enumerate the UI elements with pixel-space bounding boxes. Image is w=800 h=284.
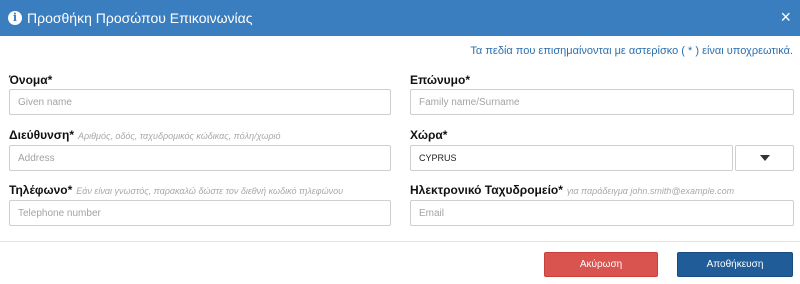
first-name-label: Όνομα* xyxy=(9,73,52,87)
dialog-header: i Προσθήκη Προσώπου Επικοινωνίας × xyxy=(0,0,800,36)
phone-label: Τηλέφωνο* Εάν είναι γνωστός, παρακαλώ δώσ… xyxy=(9,183,343,197)
save-button-label: Αποθήκευση xyxy=(706,259,764,270)
country-label-text: Χώρα* xyxy=(410,128,448,142)
first-name-label-text: Όνομα* xyxy=(9,73,53,87)
country-selected-value: CYPRUS xyxy=(419,153,457,163)
required-fields-hint: Τα πεδία που επισημαίνονται με αστερίσκο… xyxy=(470,45,793,57)
phone-input[interactable] xyxy=(9,200,391,226)
address-label: Διεύθυνση* Αριθμός, οδός, ταχυδρομικός κώ… xyxy=(9,128,281,142)
dialog-title: Προσθήκη Προσώπου Επικοινωνίας xyxy=(27,10,253,26)
email-hint: για παράδειγμα john.smith@example.com xyxy=(566,186,735,196)
caret-down-icon xyxy=(759,155,770,161)
email-label-text: Ηλεκτρονικό Ταχυδρομείο* xyxy=(410,183,563,197)
address-label-text: Διεύθυνση* xyxy=(9,128,74,142)
email-input[interactable] xyxy=(410,200,794,226)
close-icon[interactable]: × xyxy=(780,8,791,26)
save-button[interactable]: Αποθήκευση xyxy=(677,252,793,277)
address-input[interactable] xyxy=(9,145,391,171)
phone-hint: Εάν είναι γνωστός, παρακαλώ δώστε τον δι… xyxy=(76,186,344,196)
last-name-input[interactable] xyxy=(410,89,794,115)
country-dropdown-button[interactable] xyxy=(735,145,794,171)
email-label: Ηλεκτρονικό Ταχυδρομείο* για παράδειγμα j… xyxy=(410,183,734,197)
info-icon: i xyxy=(8,11,22,25)
first-name-input[interactable] xyxy=(9,89,391,115)
address-hint: Αριθμός, οδός, ταχυδρομικός κώδικας, πόλ… xyxy=(78,131,281,141)
phone-label-text: Τηλέφωνο* xyxy=(9,183,73,197)
cancel-button-label: Ακύρωση xyxy=(579,259,623,270)
country-select[interactable]: CYPRUS xyxy=(410,145,733,171)
footer-divider xyxy=(0,241,800,242)
last-name-label-text: Επώνυμο* xyxy=(410,73,470,87)
country-label: Χώρα* xyxy=(410,128,447,142)
last-name-label: Επώνυμο* xyxy=(410,73,470,87)
cancel-button[interactable]: Ακύρωση xyxy=(544,252,658,277)
